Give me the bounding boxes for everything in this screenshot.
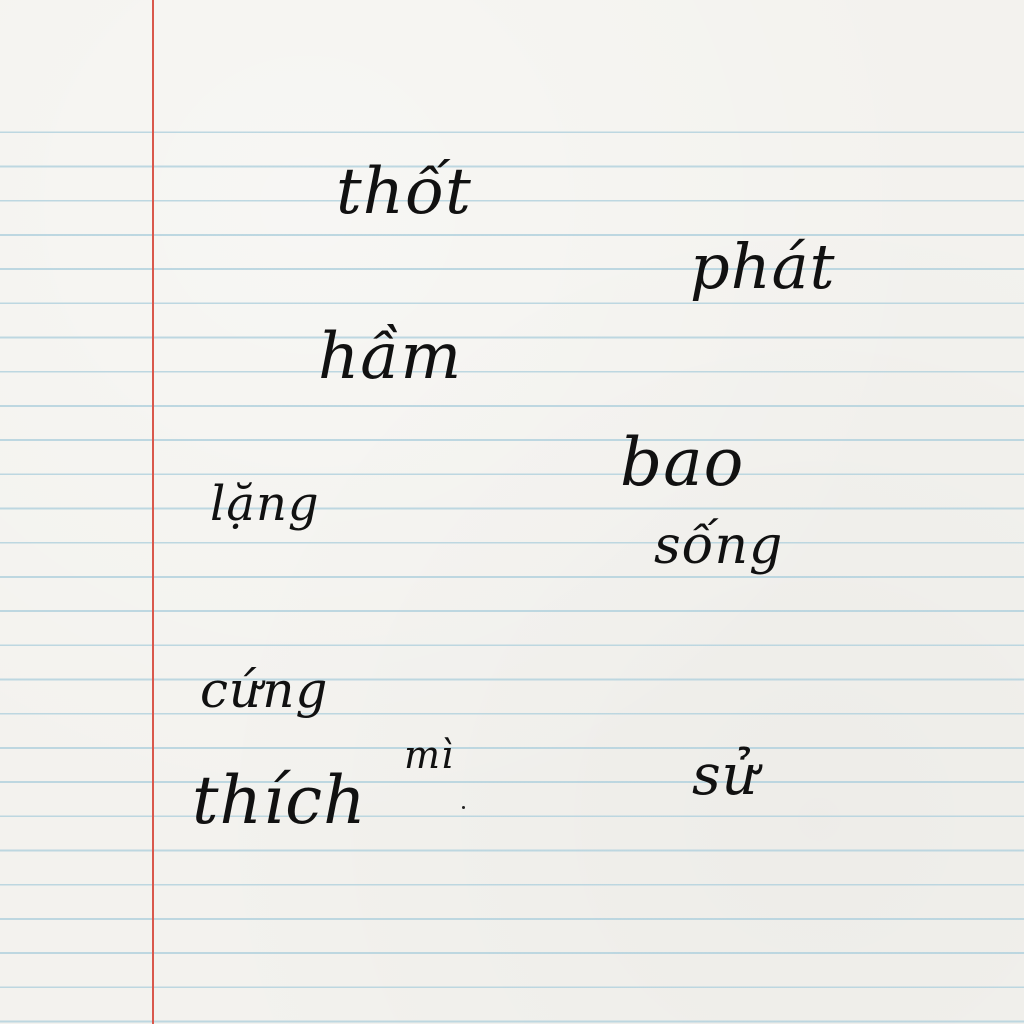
handwritten-word-cung: cứng [200,661,329,719]
notebook-page: thốt phát hầm bao lặng sống cứng mì thíc… [0,0,1024,1024]
handwritten-word-phat: phát [690,230,836,303]
handwritten-word-lang: lặng [210,476,320,532]
margin-line [152,0,154,1024]
handwritten-word-su: sử [692,743,759,808]
handwritten-word-mi: mì [404,733,455,777]
handwritten-word-thot: thốt [336,155,472,229]
handwritten-word-thich: thích [192,762,367,839]
handwritten-word-ham: hầm [318,320,463,394]
handwritten-word-bao: bao [620,424,745,501]
ink-dot [462,806,465,809]
handwritten-word-song: sống [654,516,784,576]
